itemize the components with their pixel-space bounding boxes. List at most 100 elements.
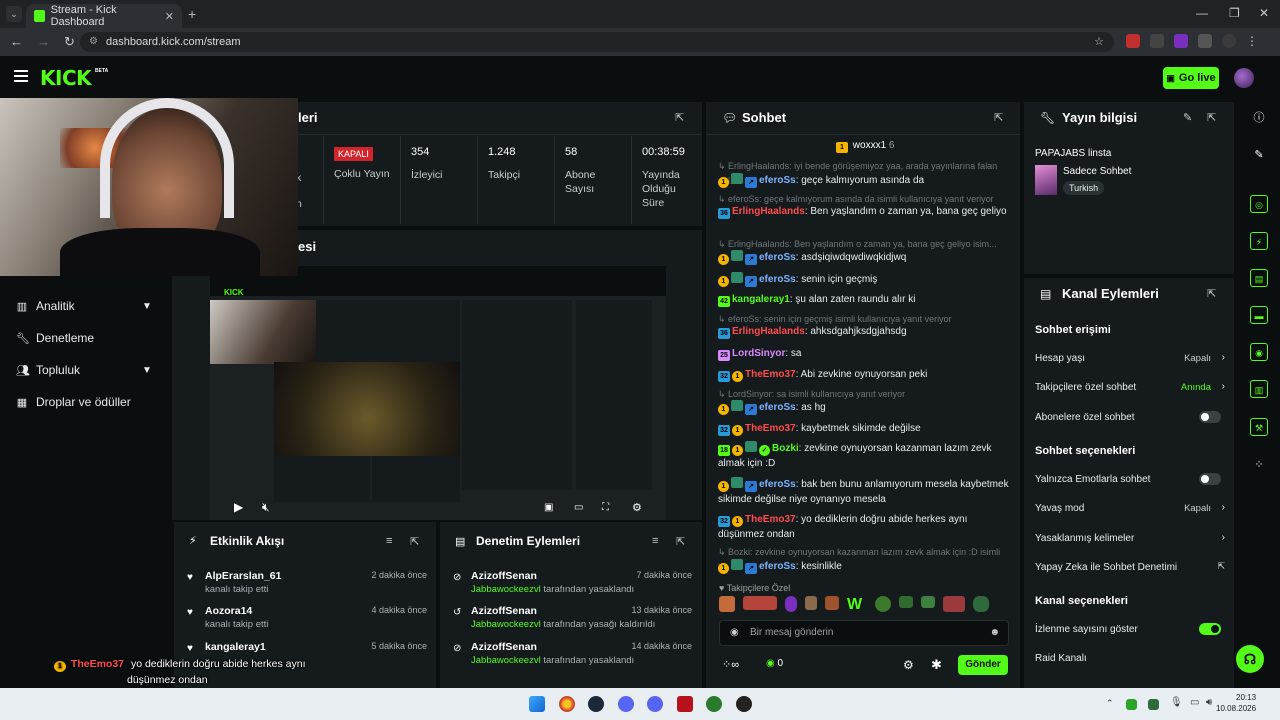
browser-tab[interactable]: Stream - Kick Dashboard ✕ bbox=[26, 4, 182, 28]
chat-username[interactable]: eferoSs bbox=[759, 402, 796, 413]
emote-icon[interactable] bbox=[899, 596, 913, 608]
setting-raid-channel[interactable]: Raid Kanalı bbox=[1035, 653, 1225, 664]
settings-icon[interactable]: ⚙ bbox=[632, 501, 642, 514]
sidebar-item-denetleme[interactable]: 🔧︎ Denetleme bbox=[16, 331, 94, 345]
network-icon[interactable]: ▭ bbox=[1190, 697, 1199, 708]
site-info-icon[interactable]: ⚙ bbox=[89, 32, 98, 52]
category-name[interactable]: Sadece Sohbet bbox=[1063, 166, 1131, 177]
chat-message[interactable]: 32 1 TheEmo37: Abi zevkine oynuyorsan peki bbox=[718, 367, 1010, 382]
pinned-gifter[interactable]: 1 woxxx1 6 bbox=[836, 140, 894, 153]
poll-icon[interactable]: ⁘∞ bbox=[722, 658, 739, 671]
play-icon[interactable]: ▶ bbox=[234, 500, 243, 514]
target-icon[interactable]: ◎ bbox=[1250, 195, 1268, 213]
discord-icon[interactable] bbox=[618, 696, 634, 712]
setting-account-age[interactable]: Hesap yaşı Kapalı › bbox=[1035, 352, 1225, 364]
chat-username[interactable]: TheEmo37 bbox=[745, 423, 796, 434]
extension-icon[interactable] bbox=[1174, 34, 1188, 48]
close-tab-icon[interactable]: ✕ bbox=[165, 10, 174, 23]
chat-username[interactable]: kangaleray1 bbox=[732, 294, 790, 305]
extension-icon[interactable] bbox=[1126, 34, 1140, 48]
sliders-icon[interactable]: ▥ bbox=[1250, 380, 1268, 398]
emotes-only-toggle[interactable] bbox=[1199, 473, 1221, 485]
chat-message[interactable]: 1 ↗ eferoSs: as hg bbox=[718, 400, 1010, 415]
popout-icon[interactable]: ⇱ bbox=[1207, 287, 1216, 300]
chat-username[interactable]: eferoSs bbox=[759, 274, 796, 285]
discord-icon[interactable] bbox=[647, 696, 663, 712]
chat-username[interactable]: TheEmo37 bbox=[745, 369, 796, 380]
chat-username[interactable]: eferoSs bbox=[759, 175, 796, 186]
minimize-icon[interactable]: — bbox=[1196, 6, 1208, 20]
chat-message[interactable]: 25 LordSinyor: sa bbox=[718, 346, 1010, 361]
forward-icon[interactable]: → bbox=[37, 34, 50, 50]
chat-username[interactable]: LordSinyor bbox=[732, 348, 785, 359]
chat-message[interactable]: 1 ↗ eferoSs: senin için geçmiş bbox=[718, 272, 1010, 287]
setting-slow-mode[interactable]: Yavaş mod Kapalı › bbox=[1035, 502, 1225, 514]
category-thumbnail[interactable] bbox=[1035, 165, 1057, 195]
menu-icon[interactable] bbox=[14, 70, 28, 82]
edit-icon[interactable]: ✎ bbox=[1183, 111, 1192, 124]
taskbar-clock[interactable]: 20:13 10.08.2026 bbox=[1216, 692, 1256, 714]
moderator-name[interactable]: Jabbawockeezvl bbox=[471, 619, 541, 630]
maximize-icon[interactable]: ❐ bbox=[1229, 6, 1240, 20]
chat-message[interactable]: 32 1 TheEmo37: kaybetmek sikimde değilse bbox=[718, 421, 1010, 436]
chat-input[interactable]: ◉ Bir mesaj gönderin ☻ bbox=[719, 620, 1009, 646]
url-bar[interactable]: ⚙ dashboard.kick.com/stream ☆ bbox=[80, 32, 1114, 52]
sidebar-item-droplar[interactable]: ▦ Droplar ve ödüller bbox=[16, 395, 131, 409]
info-icon[interactable]: ⓘ bbox=[1250, 109, 1268, 127]
filter-icon[interactable]: ≡ bbox=[652, 535, 658, 547]
wrench-icon[interactable]: ⚒ bbox=[1250, 418, 1268, 436]
fullscreen-icon[interactable]: ⛶ bbox=[602, 502, 609, 513]
chrome-icon[interactable] bbox=[559, 696, 575, 712]
chat-message[interactable]: 1 ↗ eferoSs: geçe kalmıyorum asında da bbox=[718, 173, 1010, 188]
chat-username[interactable]: eferoSs bbox=[759, 252, 796, 263]
theater-icon[interactable]: ▭ bbox=[574, 502, 583, 513]
emote-icon[interactable]: W bbox=[847, 596, 867, 614]
extensions-puzzle-icon[interactable] bbox=[1198, 34, 1212, 48]
points-display[interactable]: ◉ 0 bbox=[766, 658, 783, 669]
support-button[interactable]: ☊ bbox=[1236, 645, 1264, 673]
setting-ai-moderation[interactable]: Yapay Zeka ile Sohbet Denetimi ⇱ bbox=[1035, 561, 1225, 573]
chat-message[interactable]: 36 ErlingHaalands: ahksdgahjksdgjahsdg bbox=[718, 324, 1010, 339]
close-window-icon[interactable]: ✕ bbox=[1259, 6, 1269, 20]
mute-icon[interactable]: 🔇︎ bbox=[262, 500, 270, 515]
bookmark-star-icon[interactable]: ☆ bbox=[1094, 32, 1104, 52]
popout-icon[interactable]: ⇱ bbox=[994, 111, 1003, 124]
chat-username[interactable]: TheEmo37 bbox=[745, 514, 796, 525]
app-icon[interactable] bbox=[677, 696, 693, 712]
bolt-icon[interactable]: ⚡︎ bbox=[1250, 232, 1268, 250]
kick-logo[interactable]: KICK bbox=[40, 66, 92, 90]
chat-username[interactable]: ErlingHaalands bbox=[732, 206, 805, 217]
obs-icon[interactable] bbox=[736, 696, 752, 712]
browser-menu-icon[interactable]: ⋮ bbox=[1246, 34, 1258, 48]
chat-message[interactable]: 1 ↗ eferoSs: bak ben bunu anlamıyorum mese… bbox=[718, 477, 1010, 507]
mic-icon[interactable]: 🎙︎ bbox=[1170, 697, 1183, 708]
moderator-name[interactable]: Jabbawockeezvl bbox=[471, 584, 541, 595]
pip-icon[interactable]: ▣ bbox=[544, 502, 553, 513]
xbox-icon[interactable] bbox=[706, 696, 722, 712]
emote-icon[interactable] bbox=[875, 596, 891, 612]
chat-message[interactable]: 32 1 TheEmo37: yo dediklerin doğru abide h… bbox=[718, 512, 1010, 542]
edit-icon[interactable]: ✎ bbox=[1250, 146, 1268, 164]
emote-icon[interactable] bbox=[719, 596, 735, 612]
popout-icon[interactable]: ⇱ bbox=[410, 535, 419, 548]
tag-badge[interactable]: Turkish bbox=[1063, 181, 1105, 195]
tray-icon[interactable] bbox=[1148, 699, 1159, 710]
popout-icon[interactable]: ⇱ bbox=[1207, 111, 1216, 124]
stream-preview-video[interactable]: KICK bbox=[210, 266, 666, 520]
emoji-icon[interactable]: ☻ bbox=[989, 621, 1000, 645]
emote-icon[interactable] bbox=[943, 596, 965, 612]
chat-message[interactable]: 18 1 ✓ Bozki: zevkine oynuyorsan kazanman l… bbox=[718, 441, 1010, 471]
reload-icon[interactable]: ↻ bbox=[64, 34, 75, 50]
go-live-button[interactable]: ▣ Go live bbox=[1163, 67, 1219, 89]
volume-icon[interactable]: 🔊︎ bbox=[1206, 697, 1212, 708]
emote-icon[interactable] bbox=[921, 596, 935, 608]
document-icon[interactable]: ▤ bbox=[1250, 269, 1268, 287]
windows-start-icon[interactable] bbox=[529, 696, 545, 712]
emote-icon[interactable] bbox=[973, 596, 989, 612]
sidebar-item-topluluk[interactable]: 👥︎ Topluluk ▼ bbox=[16, 363, 152, 377]
setting-banned-words[interactable]: Yasaklanmış kelimeler › bbox=[1035, 532, 1225, 544]
broadcast-icon[interactable]: ◉ bbox=[1250, 343, 1268, 361]
subscribers-only-toggle[interactable] bbox=[1199, 411, 1221, 423]
emote-icon[interactable] bbox=[743, 596, 777, 610]
extension-icon[interactable] bbox=[1150, 34, 1164, 48]
